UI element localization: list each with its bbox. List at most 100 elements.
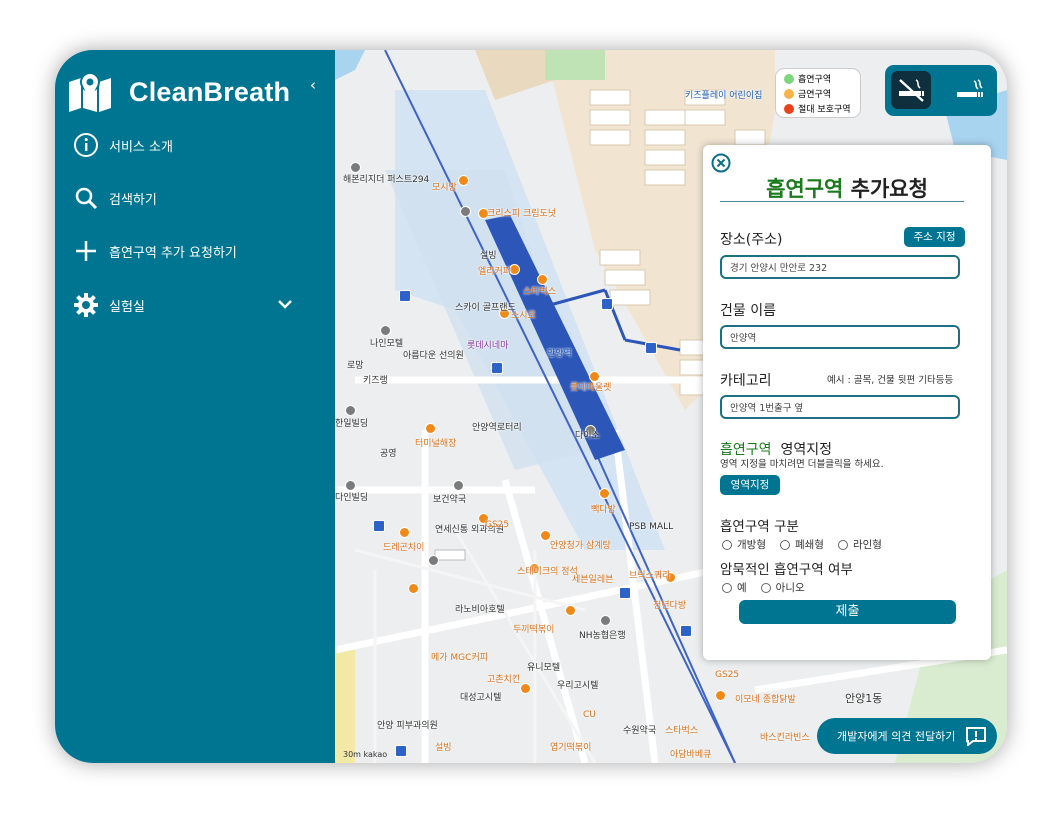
no-smoking-icon [899,79,924,102]
poi-marker[interactable] [520,683,531,694]
type-radio-group: 개방형 폐쇄형 라인형 [722,537,896,552]
map-label: CU [583,710,596,720]
sidebar-item-search[interactable]: 검색하기 [73,185,157,211]
radio-circle [722,539,732,550]
radio-circle [760,582,771,593]
brand[interactable]: CleanBreath [67,72,290,112]
poi-marker[interactable] [715,690,726,701]
radio-label: 개방형 [737,539,766,551]
hidden-radio-yes[interactable]: 예 [722,580,747,595]
set-area-button[interactable]: 영역지정 [720,475,780,495]
map-label: 롯데시네마 [467,341,509,351]
map-label: 안양1동 [845,692,883,705]
poi-marker[interactable] [600,615,611,626]
bus-stop-icon[interactable] [395,745,407,757]
no-smoking-toggle-button[interactable] [891,71,931,109]
map-label: 스테이크의 정석 [517,567,578,577]
map-label: 터미널해장 [415,439,457,449]
legend-label: 금연구역 [798,90,832,100]
collapse-sidebar-button[interactable]: ‹ [310,76,316,94]
category-input[interactable]: 안양역 1번출구 옆 [720,395,960,419]
address-label: 장소(주소) [720,232,783,248]
poi-marker[interactable] [460,206,471,217]
type-radio-line[interactable]: 라인형 [837,537,882,552]
map-label: 엽기떡볶이 [550,743,592,753]
sidebar-item-label: 검색하기 [109,192,157,208]
info-icon [74,133,98,157]
map-label: 세븐일레븐 [572,575,614,585]
poi-marker[interactable] [565,605,576,616]
map-label: 스타벅스 [523,287,557,297]
poi-marker[interactable] [428,555,439,566]
hidden-radio-no[interactable]: 아니오 [760,580,805,595]
bus-stop-icon[interactable] [601,298,613,310]
search-icon [75,187,98,210]
legend-label: 흡연구역 [798,75,832,85]
sidebar-item-about[interactable]: 서비스 소개 [73,132,173,158]
form-title: 흡연구역 추가요청 [703,173,991,203]
poi-marker[interactable] [380,325,391,336]
map-label: 설빙 [480,251,497,261]
legend-swatch [784,88,794,99]
smoking-icon [957,79,983,97]
radio-label: 아니오 [775,582,805,594]
map-scale: 30m kakao [343,750,388,759]
feedback-label: 개발자에게 의견 전달하기 [837,730,956,743]
map-label: 설빙 [435,743,452,753]
form-title-rest: 추가요청 [843,177,928,201]
feedback-button[interactable]: 개발자에게 의견 전달하기 [817,718,997,754]
radio-circle [779,539,790,550]
map-label: 유니모텔 [527,663,561,673]
bus-stop-icon[interactable] [399,290,411,302]
sidebar-item-lab[interactable]: 실험실 [73,292,145,318]
bus-stop-icon[interactable] [491,362,503,374]
map-label: 이모네 종합닭발 [735,695,796,705]
map-label: 대성고시텔 [460,693,502,703]
hidden-area-label: 암묵적인 흡연구역 여부 [720,562,853,578]
map-label: 해본리지더 퍼스트294 [343,175,430,185]
bus-stop-icon[interactable] [645,342,657,354]
map-label: 보건약국 [433,495,467,505]
plus-icon [76,241,96,261]
poi-marker[interactable] [408,583,419,594]
submit-button[interactable]: 제출 [739,600,956,624]
type-radio-open[interactable]: 개방형 [722,537,766,552]
feedback-icon [966,727,987,746]
poi-marker[interactable] [458,175,469,186]
map-label: 키즈플레이 어린이집 [685,91,763,101]
map-label: 안양역 [547,349,572,359]
radio-label: 라인형 [852,539,882,551]
set-address-button[interactable]: 주소 지정 [904,227,965,247]
title-divider [720,201,964,202]
poi-marker[interactable] [399,527,410,538]
map-pin-logo-icon [69,72,111,112]
map-label: NH농협은행 [579,631,626,641]
poi-marker[interactable] [453,480,464,491]
map-label: 라노비아호텔 [455,605,505,615]
sidebar-item-add-request[interactable]: 흡연구역 추가 요청하기 [73,238,237,264]
address-input[interactable]: 경기 안양시 만안로 232 [720,255,960,279]
smoking-toggle-button[interactable] [949,71,989,109]
map-legend: 흡연구역 금연구역 절대 보호구역 [775,68,861,118]
bus-stop-icon[interactable] [619,587,631,599]
gear-icon [74,293,98,317]
poi-marker[interactable] [425,423,436,434]
map-label: 빽다방 [591,505,616,515]
poi-marker[interactable] [345,405,356,416]
map-label: 메가 MGC커피 [431,653,489,663]
building-input[interactable]: 안양역 [720,325,960,349]
legend-swatch [784,73,794,84]
map-label: 공영 [380,449,397,459]
form-title-green: 흡연구역 [766,177,844,201]
close-icon[interactable] [711,153,731,173]
map-label: 드레곤차이 [383,543,425,553]
radio-circle [837,539,848,550]
map-label: 우리고시텔 [557,681,599,691]
type-radio-closed[interactable]: 폐쇄형 [779,537,824,552]
bus-stop-icon[interactable] [680,625,692,637]
chevron-down-icon[interactable] [277,298,293,310]
smoking-filter-toggle [885,65,997,116]
poi-marker[interactable] [599,488,610,499]
map-label: 안양청가 삼계탕 [550,541,611,551]
bus-stop-icon[interactable] [373,520,385,532]
